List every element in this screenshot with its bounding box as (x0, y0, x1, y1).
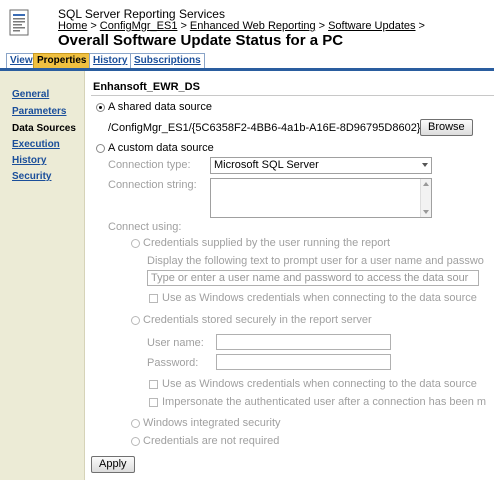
tab-properties[interactable]: Properties (33, 53, 91, 68)
tab-bar: View Properties History Subscriptions (0, 52, 494, 71)
breadcrumb-enhanced-link[interactable]: Enhanced Web Reporting (190, 20, 316, 32)
breadcrumb-separator: > (90, 20, 97, 32)
password-label: Password: (147, 357, 199, 369)
prompt-text-label: Display the following text to prompt use… (147, 255, 484, 267)
credentials-user-radio[interactable] (131, 239, 140, 248)
chevron-down-icon (422, 163, 428, 167)
use-windows-credentials-label-2: Use as Windows credentials when connecti… (162, 378, 477, 390)
windows-integrated-radio[interactable] (131, 419, 140, 428)
credentials-not-required-radio[interactable] (131, 437, 140, 446)
sidebar-item-general[interactable]: General (12, 89, 49, 100)
sidebar-item-data-sources[interactable]: Data Sources (12, 123, 76, 134)
custom-datasource-label: A custom data source (108, 142, 214, 154)
shared-datasource-radio[interactable] (96, 103, 105, 112)
use-windows-credentials-checkbox-1[interactable] (149, 294, 158, 303)
shared-datasource-label: A shared data source (108, 101, 212, 113)
shared-datasource-path: /ConfigMgr_ES1/{5C6358F2-4BB6-4a1b-A16E-… (108, 122, 421, 134)
windows-integrated-label: Windows integrated security (143, 417, 281, 429)
credentials-not-required-label: Credentials are not required (143, 435, 280, 447)
page-title: Overall Software Update Status for a PC (58, 32, 344, 49)
custom-datasource-radio[interactable] (96, 144, 105, 153)
breadcrumb-configmgr-link[interactable]: ConfigMgr_ES1 (100, 20, 178, 32)
sidebar: General Parameters Data Sources Executio… (0, 71, 85, 480)
apply-button[interactable]: Apply (91, 456, 135, 473)
header: SQL Server Reporting Services Home > Confi… (0, 0, 494, 52)
connection-type-value: Microsoft SQL Server (214, 159, 319, 171)
report-document-icon (9, 9, 29, 36)
breadcrumb-separator: > (180, 20, 187, 32)
breadcrumb-home-link[interactable]: Home (58, 20, 87, 32)
divider (91, 95, 494, 96)
breadcrumb: Home > ConfigMgr_ES1 > Enhanced Web Reportin… (58, 20, 428, 32)
scroll-up-icon[interactable] (423, 182, 429, 186)
breadcrumb-separator: > (318, 20, 326, 32)
impersonate-label: Impersonate the authenticated user after… (162, 396, 487, 408)
tab-history[interactable]: History (89, 53, 132, 68)
use-windows-credentials-label-1: Use as Windows credentials when connecti… (162, 292, 477, 304)
breadcrumb-software-updates-link[interactable]: Software Updates (328, 20, 415, 32)
credentials-stored-label: Credentials stored securely in the repor… (143, 314, 372, 326)
credentials-user-label: Credentials supplied by the user running… (143, 237, 391, 249)
scrollbar[interactable] (420, 179, 431, 217)
password-input[interactable] (216, 354, 391, 370)
sidebar-item-parameters[interactable]: Parameters (12, 106, 66, 117)
username-input[interactable] (216, 334, 391, 350)
datasource-name: Enhansoft_EWR_DS (93, 81, 200, 93)
browse-button[interactable]: Browse (420, 119, 473, 136)
connection-type-label: Connection type: (108, 159, 191, 171)
connection-type-select[interactable]: Microsoft SQL Server (210, 157, 432, 174)
data-source-form: Enhansoft_EWR_DS A shared data source /C… (85, 71, 494, 480)
username-label: User name: (147, 337, 204, 349)
connection-string-label: Connection string: (108, 179, 197, 191)
use-windows-credentials-checkbox-2[interactable] (149, 380, 158, 389)
sidebar-item-security[interactable]: Security (12, 171, 51, 182)
credentials-stored-radio[interactable] (131, 316, 140, 325)
connect-using-label: Connect using: (108, 221, 182, 233)
breadcrumb-separator: > (418, 20, 425, 32)
scroll-down-icon[interactable] (423, 210, 429, 214)
impersonate-checkbox[interactable] (149, 398, 158, 407)
app-title: SQL Server Reporting Services (58, 7, 225, 21)
sidebar-item-execution[interactable]: Execution (12, 139, 60, 150)
prompt-text-input[interactable]: Type or enter a user name and password t… (147, 270, 479, 286)
sidebar-item-history[interactable]: History (12, 155, 46, 166)
connection-string-input[interactable] (210, 178, 432, 218)
tab-subscriptions[interactable]: Subscriptions (130, 53, 205, 68)
